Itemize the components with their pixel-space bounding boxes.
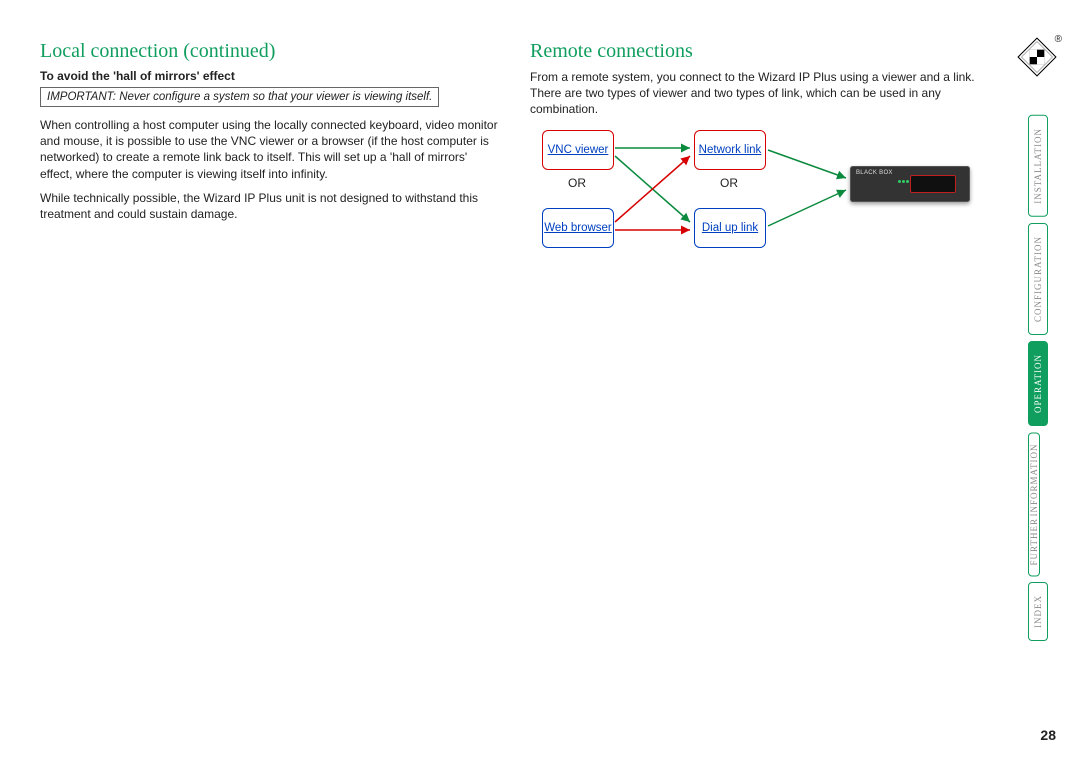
nav-installation[interactable]: INSTALLATION <box>1028 115 1048 217</box>
connection-diagram: VNC viewer OR Web browser Network link O… <box>530 126 990 286</box>
page-number: 28 <box>1040 727 1056 743</box>
nav-index[interactable]: INDEX <box>1028 582 1048 641</box>
nav-configuration[interactable]: CONFIGURATION <box>1028 223 1048 335</box>
or-label-viewer: OR <box>542 176 612 190</box>
device-wizard-ip-plus: BLACK BOX <box>850 166 970 202</box>
side-nav: INSTALLATION CONFIGURATION OPERATION FUR… <box>1028 115 1058 647</box>
link-web-browser[interactable]: Web browser <box>542 208 614 248</box>
nav-operation[interactable]: OPERATION <box>1028 341 1048 426</box>
paragraph-hall-desc: When controlling a host computer using t… <box>40 117 500 182</box>
heading-remote-connections: Remote connections <box>530 40 990 63</box>
or-label-link: OR <box>694 176 764 190</box>
link-dialup[interactable]: Dial up link <box>694 208 766 248</box>
paragraph-damage-warning: While technically possible, the Wizard I… <box>40 190 500 222</box>
nav-further-information[interactable]: FURTHER INFORMATION <box>1028 432 1040 576</box>
paragraph-remote-desc: From a remote system, you connect to the… <box>530 69 990 118</box>
link-network[interactable]: Network link <box>694 130 766 170</box>
link-vnc-viewer[interactable]: VNC viewer <box>542 130 614 170</box>
subhead-hall-of-mirrors: To avoid the 'hall of mirrors' effect <box>40 69 500 83</box>
device-brand-label: BLACK BOX <box>856 170 893 176</box>
heading-local-connection: Local connection (continued) <box>40 40 500 63</box>
important-note: IMPORTANT: Never configure a system so t… <box>40 87 439 107</box>
logo-icon <box>1016 36 1058 78</box>
registered-mark: ® <box>1055 34 1062 45</box>
